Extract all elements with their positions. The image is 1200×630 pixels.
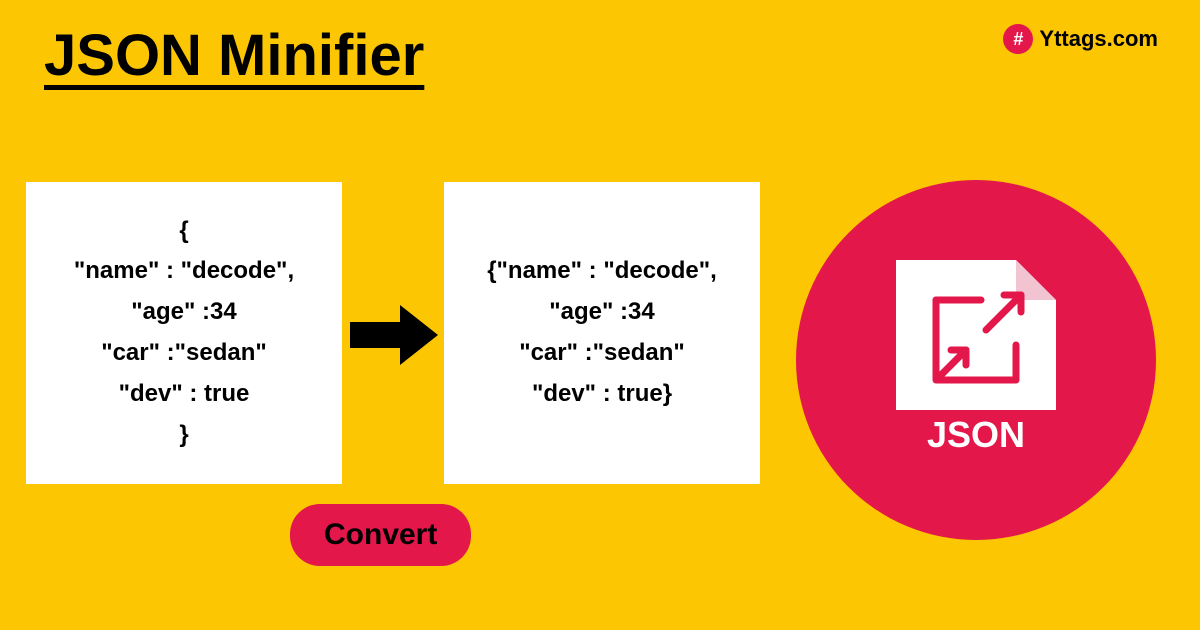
- input-json-panel: { "name" : "decode", "age" :34 "car" :"s…: [26, 182, 342, 484]
- arrow-right-icon: [350, 300, 440, 370]
- input-line: {: [179, 211, 188, 252]
- input-line: }: [179, 415, 188, 456]
- output-line: "age" :34: [549, 292, 654, 333]
- output-line: {"name" : "decode",: [487, 251, 717, 292]
- input-line: "name" : "decode",: [74, 251, 294, 292]
- brand-badge: # Yttags.com: [1003, 24, 1158, 54]
- input-line: "dev" : true: [119, 374, 250, 415]
- convert-button[interactable]: Convert: [290, 504, 471, 566]
- input-line: "car" :"sedan": [101, 333, 267, 374]
- json-file-icon: JSON: [886, 250, 1066, 470]
- page-title: JSON Minifier: [44, 22, 424, 89]
- json-label: JSON: [927, 414, 1025, 455]
- hash-icon: #: [1003, 24, 1033, 54]
- output-line: "car" :"sedan": [519, 333, 685, 374]
- json-file-badge: JSON: [796, 180, 1156, 540]
- output-json-panel: {"name" : "decode", "age" :34 "car" :"se…: [444, 182, 760, 484]
- output-line: "dev" : true}: [532, 374, 672, 415]
- input-line: "age" :34: [131, 292, 236, 333]
- brand-text: Yttags.com: [1039, 26, 1158, 52]
